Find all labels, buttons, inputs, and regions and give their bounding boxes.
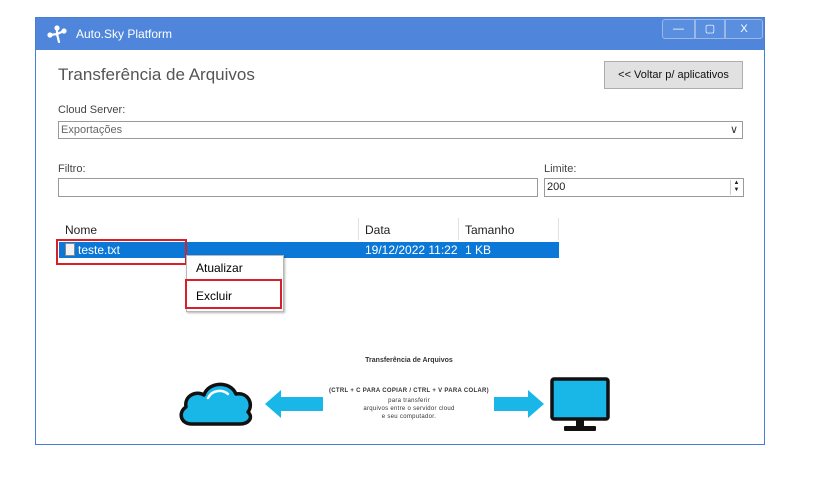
limit-label: Limite: xyxy=(544,163,577,175)
chevron-down-icon[interactable]: ∨ xyxy=(730,123,738,136)
cloud-server-select[interactable]: Exportações ∨ xyxy=(58,121,743,139)
monitor-icon xyxy=(550,377,610,431)
column-header-name[interactable]: Nome xyxy=(59,218,359,240)
maximize-button[interactable]: ▢ xyxy=(695,19,725,39)
column-header-date[interactable]: Data xyxy=(359,218,459,240)
cloud-server-selected-value: Exportações xyxy=(61,124,123,136)
highlight-box-excluir xyxy=(185,279,282,309)
banner-line-2: arquivos entre o servidor cloud xyxy=(363,406,455,412)
banner-line-1: para transferir xyxy=(388,398,430,404)
app-window: Auto.Sky Platform — ▢ X Transferência de… xyxy=(35,17,765,445)
file-date: 19/12/2022 11:22 xyxy=(365,243,458,257)
app-title: Auto.Sky Platform xyxy=(76,27,173,41)
context-menu-item-atualizar[interactable]: Atualizar xyxy=(196,261,243,275)
limit-value: 200 xyxy=(547,181,566,193)
banner-shortcut-text: (CTRL + C PARA COPIAR / CTRL + V PARA CO… xyxy=(329,388,489,394)
minimize-button[interactable]: — xyxy=(662,19,695,39)
back-to-apps-button[interactable]: << Voltar p/ aplicativos xyxy=(604,61,743,89)
column-header-size[interactable]: Tamanho xyxy=(459,218,559,240)
close-button[interactable]: X xyxy=(725,19,763,39)
title-bar[interactable]: Auto.Sky Platform — ▢ X xyxy=(36,18,764,50)
app-logo-icon xyxy=(47,25,67,43)
banner-line-3: e seu computador. xyxy=(381,414,437,420)
cloud-server-label: Cloud Server: xyxy=(58,104,126,116)
filter-input[interactable] xyxy=(58,178,538,197)
file-size: 1 KB xyxy=(465,243,492,257)
limit-stepper[interactable]: 200 ▲ ▼ xyxy=(544,178,744,197)
filter-label: Filtro: xyxy=(58,163,86,175)
highlight-box-file xyxy=(56,239,187,265)
page-title: Transferência de Arquivos xyxy=(58,65,255,84)
banner-title: Transferência de Arquivos xyxy=(365,357,453,364)
spin-arrows-icon[interactable]: ▲ ▼ xyxy=(730,180,742,195)
